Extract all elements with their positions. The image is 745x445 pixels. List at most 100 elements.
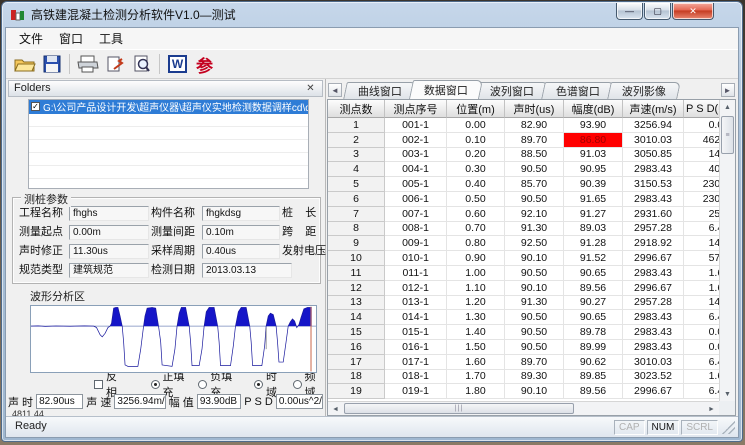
table-cell[interactable]: 4 bbox=[328, 162, 385, 177]
param-field[interactable]: fhgkdsg bbox=[202, 206, 280, 221]
param-field[interactable]: 0.00m bbox=[69, 225, 149, 240]
table-cell[interactable]: 14.4 bbox=[684, 148, 719, 163]
tab-scroll-right-icon[interactable]: ► bbox=[721, 83, 735, 97]
folder-list-item[interactable]: ✓ G:\公司产品设计开发\超声仪器\超声仪实地检测数据调样cd\qd03\qd… bbox=[29, 100, 308, 114]
table-cell[interactable]: 6.40 bbox=[684, 310, 719, 325]
table-cell[interactable]: 10 bbox=[328, 251, 385, 266]
table-cell[interactable]: 003-1 bbox=[385, 148, 447, 163]
param-field[interactable]: 0.10m bbox=[202, 225, 280, 240]
table-cell[interactable]: 006-1 bbox=[385, 192, 447, 207]
table-cell[interactable]: 3010.03 bbox=[623, 355, 684, 370]
word-export-button[interactable]: W bbox=[164, 52, 191, 77]
table-cell[interactable]: 0.80 bbox=[447, 236, 505, 251]
table-cell[interactable]: 90.65 bbox=[564, 266, 623, 281]
table-cell[interactable]: 013-1 bbox=[385, 296, 447, 311]
table-cell[interactable]: 1.60 bbox=[684, 370, 719, 385]
panel-close-icon[interactable]: ✕ bbox=[304, 83, 317, 94]
table-cell[interactable]: 002-1 bbox=[385, 133, 447, 148]
table-cell[interactable]: 91.03 bbox=[564, 148, 623, 163]
table-row[interactable]: 1001-10.0082.9093.903256.940.00 bbox=[328, 118, 719, 133]
table-cell[interactable]: 91.30 bbox=[505, 296, 564, 311]
table-row[interactable]: 7007-10.6092.1091.272931.6025.6 bbox=[328, 207, 719, 222]
table-cell[interactable]: 2957.28 bbox=[623, 296, 684, 311]
table-cell[interactable]: 13 bbox=[328, 296, 385, 311]
table-cell[interactable]: 1.60 bbox=[447, 355, 505, 370]
table-cell[interactable]: 18 bbox=[328, 370, 385, 385]
psd-value[interactable]: 0.00us^2/m bbox=[276, 394, 323, 409]
table-cell[interactable]: 89.78 bbox=[564, 325, 623, 340]
table-cell[interactable]: 82.90 bbox=[505, 118, 564, 133]
table-cell[interactable]: 1.80 bbox=[447, 384, 505, 399]
table-cell[interactable]: 2957.28 bbox=[623, 222, 684, 237]
table-cell[interactable]: 8 bbox=[328, 222, 385, 237]
table-cell[interactable]: 3150.53 bbox=[623, 177, 684, 192]
maximize-button[interactable]: ▢ bbox=[644, 3, 671, 20]
table-cell[interactable]: 6.40 bbox=[684, 384, 719, 399]
positive-fill-radio[interactable] bbox=[151, 380, 160, 389]
table-cell[interactable]: 85.70 bbox=[505, 177, 564, 192]
table-cell[interactable]: 91.65 bbox=[564, 192, 623, 207]
table-cell[interactable]: 014-1 bbox=[385, 310, 447, 325]
resize-grip[interactable] bbox=[722, 421, 735, 434]
table-cell[interactable]: 2983.43 bbox=[623, 192, 684, 207]
table-cell[interactable]: 14.4 bbox=[684, 296, 719, 311]
table-cell[interactable]: 0.00 bbox=[684, 325, 719, 340]
table-cell[interactable]: 3 bbox=[328, 148, 385, 163]
sound-velocity-value[interactable]: 3256.94m/s bbox=[114, 394, 165, 409]
table-cell[interactable]: 91.27 bbox=[564, 207, 623, 222]
table-row[interactable]: 6006-10.5090.5091.652983.43230.4 bbox=[328, 192, 719, 207]
table-cell[interactable]: 0.20 bbox=[447, 148, 505, 163]
table-cell[interactable]: 230.4 bbox=[684, 192, 719, 207]
table-cell[interactable]: 89.03 bbox=[564, 222, 623, 237]
table-cell[interactable]: 015-1 bbox=[385, 325, 447, 340]
table-cell[interactable]: 462.4 bbox=[684, 133, 719, 148]
table-cell[interactable]: 004-1 bbox=[385, 162, 447, 177]
table-cell[interactable]: 14.4 bbox=[684, 236, 719, 251]
table-cell[interactable]: 91.28 bbox=[564, 236, 623, 251]
table-cell[interactable]: 0.40 bbox=[447, 177, 505, 192]
negative-fill-radio[interactable] bbox=[198, 380, 207, 389]
table-cell[interactable]: 010-1 bbox=[385, 251, 447, 266]
table-cell[interactable]: 17 bbox=[328, 355, 385, 370]
open-button[interactable] bbox=[11, 52, 38, 77]
table-cell[interactable]: 0.90 bbox=[447, 251, 505, 266]
preview-button[interactable] bbox=[128, 52, 155, 77]
table-cell[interactable]: 007-1 bbox=[385, 207, 447, 222]
table-cell[interactable]: 89.85 bbox=[564, 370, 623, 385]
column-header[interactable]: 位置(m) bbox=[447, 100, 505, 118]
table-cell[interactable]: 017-1 bbox=[385, 355, 447, 370]
table-row[interactable]: 4004-10.3090.5090.952983.4340.0 bbox=[328, 162, 719, 177]
table-cell[interactable]: 25.6 bbox=[684, 207, 719, 222]
table-cell[interactable]: 89.99 bbox=[564, 340, 623, 355]
folders-list[interactable]: ✓ G:\公司产品设计开发\超声仪器\超声仪实地检测数据调样cd\qd03\qd… bbox=[28, 99, 309, 189]
table-cell[interactable]: 90.62 bbox=[564, 355, 623, 370]
table-row[interactable]: 9009-10.8092.5091.282918.9214.4 bbox=[328, 236, 719, 251]
amplitude-value[interactable]: 93.90dB bbox=[197, 394, 241, 409]
table-cell[interactable]: 012-1 bbox=[385, 281, 447, 296]
param-field[interactable]: 2013.03.13 bbox=[202, 263, 292, 278]
param-field[interactable]: 建筑规范 bbox=[69, 263, 149, 278]
table-cell[interactable]: 19 bbox=[328, 384, 385, 399]
table-cell[interactable]: 6 bbox=[328, 192, 385, 207]
table-row[interactable]: 15015-11.4090.5089.782983.430.00 bbox=[328, 325, 719, 340]
table-cell[interactable]: 0.10 bbox=[447, 133, 505, 148]
table-cell[interactable]: 009-1 bbox=[385, 236, 447, 251]
column-header[interactable]: 测点序号 bbox=[385, 100, 447, 118]
table-cell[interactable]: 1.70 bbox=[447, 370, 505, 385]
sound-time-value[interactable]: 82.90us bbox=[36, 394, 83, 409]
table-cell[interactable]: 1 bbox=[328, 118, 385, 133]
table-cell[interactable]: 3050.85 bbox=[623, 148, 684, 163]
table-cell[interactable]: 89.56 bbox=[564, 281, 623, 296]
table-row[interactable]: 17017-11.6089.7090.623010.036.40 bbox=[328, 355, 719, 370]
table-cell[interactable]: 91.52 bbox=[564, 251, 623, 266]
table-cell[interactable]: 12 bbox=[328, 281, 385, 296]
table-cell[interactable]: 001-1 bbox=[385, 118, 447, 133]
table-cell[interactable]: 3256.94 bbox=[623, 118, 684, 133]
table-cell[interactable]: 011-1 bbox=[385, 266, 447, 281]
table-cell[interactable]: 2931.60 bbox=[623, 207, 684, 222]
table-cell[interactable]: 016-1 bbox=[385, 340, 447, 355]
table-cell[interactable]: 1.30 bbox=[447, 310, 505, 325]
table-cell[interactable]: 1.40 bbox=[447, 325, 505, 340]
table-cell[interactable]: 86.80 bbox=[564, 133, 623, 148]
table-row[interactable]: 3003-10.2088.5091.033050.8514.4 bbox=[328, 148, 719, 163]
